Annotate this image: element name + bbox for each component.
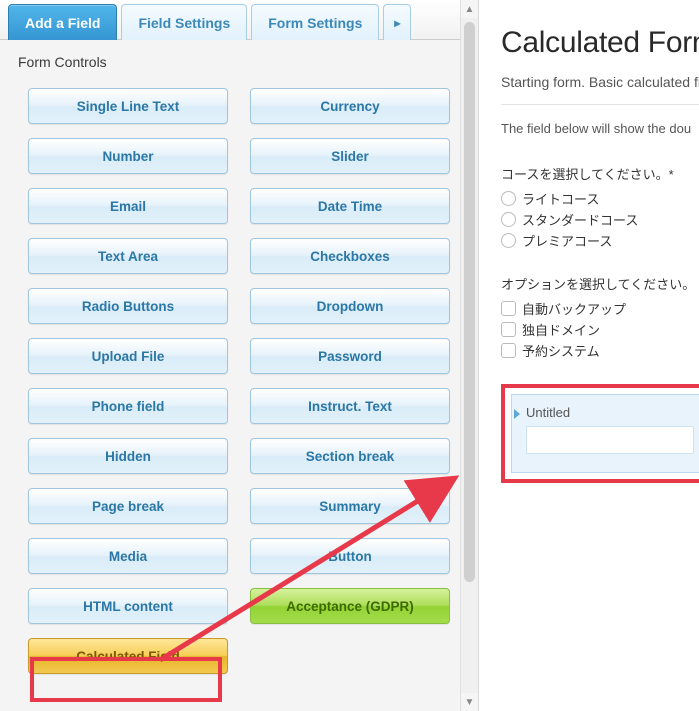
form-preview-panel: Calculated Form Starting form. Basic cal… [479,0,699,711]
field-currency[interactable]: Currency [250,88,450,124]
form-title: Calculated Form [501,26,699,60]
field-dropdown[interactable]: Dropdown [250,288,450,324]
field-summary[interactable]: Summary [250,488,450,524]
field-acceptance-gdpr[interactable]: Acceptance (GDPR) [250,588,450,624]
tab-more[interactable]: ▸ [383,4,411,40]
option-label: オプションを選択してください。 [501,274,699,293]
section-title-form-controls: Form Controls [0,40,478,74]
check-label: 自動バックアップ [522,299,626,318]
checkbox-icon [501,343,516,358]
check-label: 独自ドメイン [522,320,600,339]
field-single-line-text[interactable]: Single Line Text [28,88,228,124]
field-email[interactable]: Email [28,188,228,224]
scroll-down-icon[interactable]: ▼ [461,693,478,711]
course-label: コースを選択してください。* [501,164,699,183]
field-page-break[interactable]: Page break [28,488,228,524]
field-phone-field[interactable]: Phone field [28,388,228,424]
field-text-area[interactable]: Text Area [28,238,228,274]
untitled-field-container[interactable]: Untitled [511,394,699,473]
check-reservation-system[interactable]: 予約システム [501,341,699,360]
annotation-box-untitled: Untitled [501,384,699,483]
field-grid: Single Line Text Currency Number Slider … [0,74,478,692]
radio-light-course[interactable]: ライトコース [501,189,699,208]
check-auto-backup[interactable]: 自動バックアップ [501,299,699,318]
course-radio-group: コースを選択してください。* ライトコース スタンダードコース プレミアコース [501,164,699,250]
tab-form-settings[interactable]: Form Settings [251,4,379,40]
radio-label: ライトコース [522,189,599,208]
divider [501,104,699,105]
field-number[interactable]: Number [28,138,228,174]
left-panel: Add a Field Field Settings Form Settings… [0,0,479,711]
radio-label: スタンダードコース [522,210,638,229]
scrollbar-thumb[interactable] [464,22,475,582]
radio-label: プレミアコース [522,231,612,250]
field-slider[interactable]: Slider [250,138,450,174]
field-radio-buttons[interactable]: Radio Buttons [28,288,228,324]
scroll-up-icon[interactable]: ▲ [461,0,478,18]
field-calculated-field[interactable]: Calculated Field [28,638,228,674]
field-hidden[interactable]: Hidden [28,438,228,474]
field-date-time[interactable]: Date Time [250,188,450,224]
untitled-field-label: Untitled [526,405,694,420]
tab-field-settings[interactable]: Field Settings [121,4,247,40]
field-instruct-text[interactable]: Instruct. Text [250,388,450,424]
field-html-content[interactable]: HTML content [28,588,228,624]
field-password[interactable]: Password [250,338,450,374]
left-scrollbar[interactable]: ▲ ▼ [460,0,478,711]
radio-icon [501,212,516,227]
field-upload-file[interactable]: Upload File [28,338,228,374]
option-checkbox-group: オプションを選択してください。 自動バックアップ 独自ドメイン 予約システム [501,274,699,360]
form-helper-text: The field below will show the dou [501,121,699,136]
check-label: 予約システム [522,341,600,360]
checkbox-icon [501,301,516,316]
check-own-domain[interactable]: 独自ドメイン [501,320,699,339]
radio-standard-course[interactable]: スタンダードコース [501,210,699,229]
chevron-right-icon: ▸ [394,16,400,30]
field-button[interactable]: Button [250,538,450,574]
untitled-field-input[interactable] [526,426,694,454]
radio-icon [501,191,516,206]
tab-add-a-field[interactable]: Add a Field [8,4,117,40]
radio-premier-course[interactable]: プレミアコース [501,231,699,250]
form-subtitle: Starting form. Basic calculated fi [501,74,699,90]
field-checkboxes[interactable]: Checkboxes [250,238,450,274]
radio-icon [501,233,516,248]
tab-bar: Add a Field Field Settings Form Settings… [0,0,478,40]
field-media[interactable]: Media [28,538,228,574]
selection-marker-icon [514,409,520,419]
checkbox-icon [501,322,516,337]
field-section-break[interactable]: Section break [250,438,450,474]
